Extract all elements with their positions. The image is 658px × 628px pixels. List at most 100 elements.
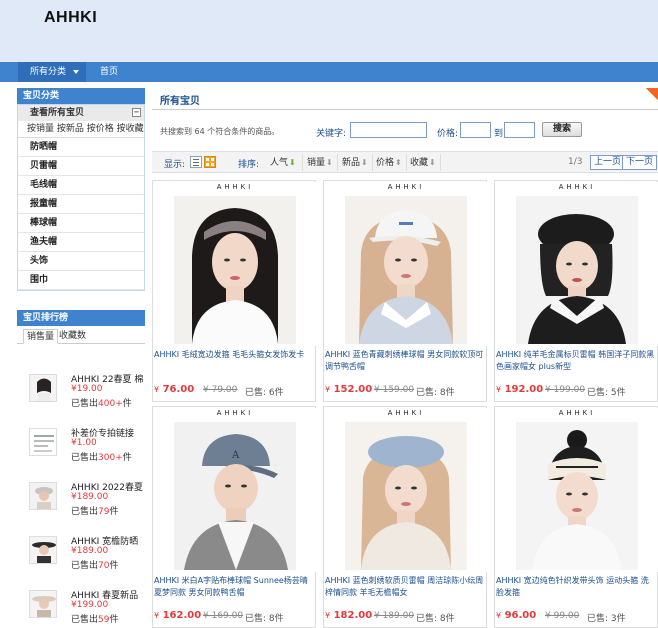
product-brand-mark: AHHKI — [216, 410, 254, 417]
search-button[interactable]: 搜索 — [542, 122, 582, 137]
category-item[interactable]: 头饰 — [18, 252, 144, 271]
product-title[interactable]: AHHKI 米白A字贴布棒球帽 Sunnee杨芸晴夏梦同款 男女同款鸭舌帽 — [154, 575, 314, 599]
product-price: ¥ 96.00 — [496, 610, 537, 621]
sort-arrow-icon: ⬇ — [361, 158, 368, 167]
price-to-label: 到 — [494, 129, 504, 139]
ranking-item-sold: 已售出70件 — [71, 561, 119, 571]
product-card[interactable]: AHHKI AHHKI 宽边纯色针织发带头饰 运动头箍 洗脸发箍 ¥ 96.00… — [494, 406, 658, 628]
ranking-thumbnail[interactable] — [29, 536, 57, 564]
product-card[interactable]: AHHKI AHHKI 蓝色刺绣软质贝雷帽 周洁琼陈小纭周梓情同款 羊毛无檐帽女… — [323, 406, 487, 628]
ranking-item-price: ¥1.00 — [71, 438, 97, 448]
sort-arrow-icon: ⬇ — [289, 158, 296, 167]
sort-sales[interactable]: 销量⬇ — [302, 154, 338, 171]
ranking-item-sold: 已售出300+件 — [71, 453, 132, 463]
product-price: ¥ 182.00 — [325, 610, 373, 621]
prev-page-button[interactable]: 上一页 — [590, 155, 626, 170]
sort-arrow-icon: ⬍ — [395, 158, 402, 167]
ranking-item[interactable]: AHHKI 春夏新品 ¥199.00 已售出59件 — [27, 586, 145, 626]
product-title[interactable]: AHHKI 纯羊毛金属标贝雷帽 韩国洋子同款黑色画家帽女 plus新型 — [496, 349, 656, 373]
page-title: 所有宝贝 — [160, 96, 200, 107]
next-page-button[interactable]: 下一页 — [622, 155, 658, 170]
product-original-price: ¥ 99.00 — [545, 611, 580, 621]
product-image[interactable]: AHHKI — [325, 182, 487, 346]
display-label: 显示: — [164, 160, 186, 170]
sort-toolbar: 显示: 排序: 人气⬇ 销量⬇ 新品⬇ 价格⬍ 收藏⬇ 1/3 上一页 下一页 — [152, 151, 658, 173]
ranking-thumbnail[interactable] — [29, 374, 57, 402]
ranking-item[interactable]: AHHKI 宽檐防晒 ¥189.00 已售出70件 — [27, 532, 145, 572]
keyword-input[interactable] — [350, 122, 427, 138]
product-image[interactable]: AHHKI — [154, 182, 316, 346]
tab-sales[interactable]: 销售量 — [23, 329, 59, 344]
sort-arrow-icon: ⬇ — [326, 158, 333, 167]
product-title[interactable]: AHHKI 宽边纯色针织发带头饰 运动头箍 洗脸发箍 — [496, 575, 656, 599]
ranking-title: 宝贝排行榜 — [17, 310, 145, 326]
sort-popularity[interactable]: 人气⬇ — [266, 154, 300, 171]
product-title[interactable]: AHHKI 蓝色刺绣软质贝雷帽 周洁琼陈小纭周梓情同款 羊毛无檐帽女 — [325, 575, 485, 599]
store-nav: 所有分类 首页 — [0, 62, 658, 82]
product-brand-mark: AHHKI — [387, 184, 425, 191]
product-brand-mark: AHHKI — [387, 410, 425, 417]
category-item[interactable]: 棒球帽 — [18, 214, 144, 233]
product-title[interactable]: AHHKI 蓝色青藏刺绣棒球帽 男女同款软顶可调节鸭舌帽 — [325, 349, 485, 373]
product-original-price: ¥ 159.00 — [374, 385, 415, 395]
product-card[interactable]: AHHKI AHHKI 纯羊毛金属标贝雷帽 韩国洋子同款黑色画家帽女 plus新… — [494, 180, 658, 402]
store-header: AHHKI — [0, 0, 658, 62]
category-list: 查看所有宝贝 − 按销量 按新品 按价格 按收藏 防晒帽 贝雷帽 毛线帽 报童帽… — [17, 104, 145, 291]
ranking-item-price: ¥199.00 — [71, 600, 109, 610]
ranking-item-price: ¥19.00 — [71, 384, 103, 394]
ranking-panel: 宝贝排行榜 销售量 收藏数 AHHKI 22春夏 棉 ¥19.00 已售出400… — [17, 310, 145, 625]
product-sold-count: 已售: 8件 — [245, 614, 284, 624]
product-image[interactable]: AHHKI — [496, 182, 658, 346]
collapse-icon[interactable]: − — [132, 108, 141, 117]
search-bar: 共搜索到 64 个符合条件的商品。 关键字: 价格: 到 搜索 — [152, 118, 658, 142]
store-logo[interactable]: AHHKI — [44, 9, 97, 27]
product-brand-mark: AHHKI — [558, 410, 596, 417]
ranking-item-sold: 已售出79件 — [71, 507, 119, 517]
ranking-item[interactable]: AHHKI 22春夏 棉 ¥19.00 已售出400+件 — [27, 370, 145, 410]
category-item[interactable]: 防晒帽 — [18, 138, 144, 157]
ranking-item-price: ¥189.00 — [71, 546, 109, 556]
product-title[interactable]: AHHKI 毛绒宽边发箍 毛毛头箍女发饰发卡 — [154, 349, 314, 373]
chevron-down-icon — [72, 69, 79, 74]
product-image[interactable]: AHHKI A — [154, 408, 316, 572]
ranking-thumbnail[interactable] — [29, 590, 57, 618]
corner-ribbon — [646, 88, 658, 100]
category-sort-links[interactable]: 按销量 按新品 按价格 按收藏 — [18, 121, 144, 138]
keyword-label: 关键字: — [316, 129, 347, 139]
product-sold-count: 已售: 6件 — [245, 388, 284, 398]
price-label: 价格: — [437, 129, 459, 139]
product-image[interactable]: AHHKI — [325, 408, 487, 572]
ranking-thumbnail[interactable] — [29, 482, 57, 510]
price-min-input[interactable] — [460, 122, 491, 138]
svg-text:A: A — [231, 450, 240, 461]
nav-home[interactable]: 首页 — [100, 62, 118, 82]
grid-view-icon[interactable] — [204, 156, 216, 168]
ranking-tabs: 销售量 收藏数 — [17, 326, 145, 344]
ranking-item-price: ¥189.00 — [71, 492, 109, 502]
category-item[interactable]: 报童帽 — [18, 195, 144, 214]
product-price: ¥ 192.00 — [496, 384, 544, 395]
view-all-products-link[interactable]: 查看所有宝贝 − — [18, 105, 144, 121]
ranking-item[interactable]: AHHKI 2022春夏 ¥189.00 已售出79件 — [27, 478, 145, 518]
product-sold-count: 已售: 8件 — [416, 388, 455, 398]
product-card[interactable]: AHHKI A AHHKI 米白A字贴布棒球帽 Sunnee杨芸晴夏梦同款 男女… — [152, 406, 316, 628]
nav-all-categories-label: 所有分类 — [30, 67, 67, 77]
category-item[interactable]: 围巾 — [18, 271, 144, 290]
product-image[interactable]: AHHKI — [496, 408, 658, 572]
ranking-item[interactable]: 补差价专拍链接 ¥1.00 已售出300+件 — [27, 424, 145, 464]
list-view-icon[interactable] — [190, 156, 202, 168]
nav-all-categories[interactable]: 所有分类 — [18, 62, 86, 82]
tab-favorites[interactable]: 收藏数 — [59, 329, 86, 344]
product-card[interactable]: AHHKI AHHKI 毛绒宽边发箍 毛毛头箍女发饰发卡 ¥ 76.00 ¥ 7… — [152, 180, 316, 402]
category-item[interactable]: 渔夫帽 — [18, 233, 144, 252]
category-item[interactable]: 贝雷帽 — [18, 157, 144, 176]
ranking-thumbnail[interactable] — [29, 428, 57, 456]
sort-new[interactable]: 新品⬇ — [338, 154, 373, 171]
category-item[interactable]: 毛线帽 — [18, 176, 144, 195]
product-price: ¥ 152.00 — [325, 384, 373, 395]
product-card[interactable]: AHHKI AHHKI 蓝色青藏刺绣棒球帽 男女同款软顶可调节鸭舌帽 ¥ 152… — [323, 180, 487, 402]
sort-price[interactable]: 价格⬍ — [372, 154, 407, 171]
price-max-input[interactable] — [504, 122, 535, 138]
product-price: ¥ 162.00 — [154, 610, 202, 621]
sort-favorites[interactable]: 收藏⬇ — [406, 154, 441, 171]
